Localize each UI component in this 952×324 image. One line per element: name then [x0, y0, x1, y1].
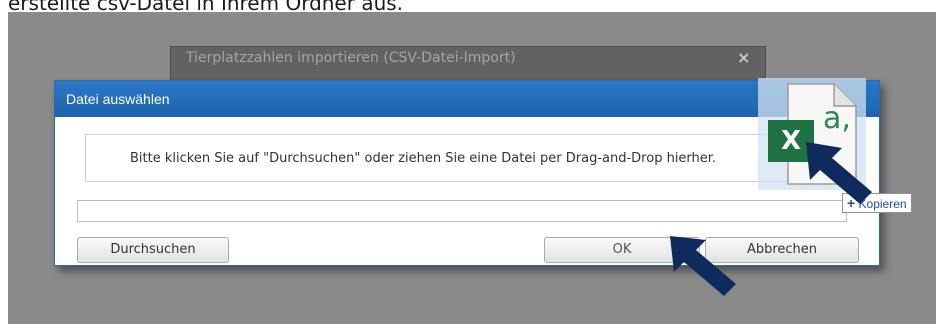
file-path-field[interactable]: [77, 200, 847, 222]
excel-letter: X: [780, 126, 802, 156]
file-drop-zone[interactable]: Bitte klicken Sie auf "Durchsuchen" oder…: [85, 134, 851, 182]
close-icon[interactable]: ×: [737, 48, 750, 67]
dialog-body: Bitte klicken Sie auf "Durchsuchen" oder…: [55, 117, 879, 265]
import-dialog-title: Tierplatzzahlen importieren (CSV-Datei-I…: [186, 50, 516, 66]
excel-suffix: a,: [823, 101, 851, 136]
drop-zone-hint: Bitte klicken Sie auf "Durchsuchen" oder…: [130, 151, 717, 166]
browse-button[interactable]: Durchsuchen: [77, 237, 229, 263]
arrow-icon-file: [806, 142, 872, 204]
file-select-dialog: Datei auswählen Bitte klicken Sie auf "D…: [54, 80, 880, 266]
arrow-icon-ok: [670, 236, 736, 296]
dialog-title: Datei auswählen: [66, 91, 170, 107]
dialog-titlebar[interactable]: Datei auswählen: [55, 81, 879, 117]
